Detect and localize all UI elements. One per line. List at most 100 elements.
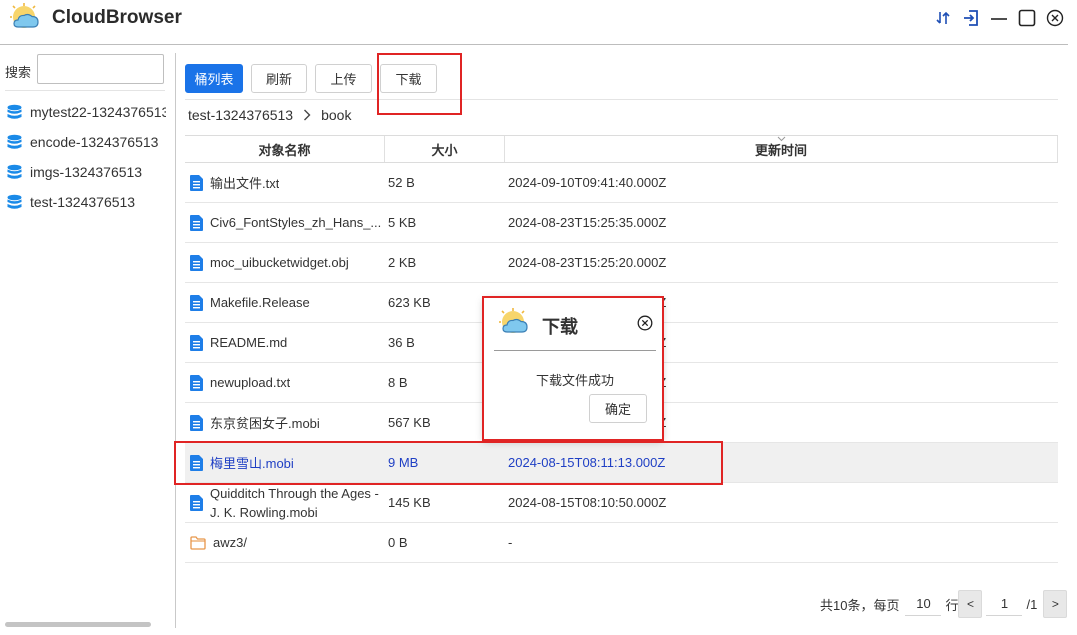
search-input[interactable] bbox=[37, 54, 164, 84]
bucket-item[interactable]: mytest22-1324376513 bbox=[6, 97, 166, 127]
toolbar-divider bbox=[185, 99, 1058, 100]
pagination: 共10条，每页 10 行 < 1 /1 > bbox=[820, 590, 1068, 618]
object-time: 2024-08-15T08:11:13.000Z bbox=[508, 455, 666, 470]
object-name-cell: README.md bbox=[185, 334, 385, 351]
object-size: 145 KB bbox=[388, 495, 431, 510]
bucket-list-button[interactable]: 桶列表 bbox=[185, 64, 243, 93]
breadcrumb-bucket[interactable]: test-1324376513 bbox=[188, 107, 293, 123]
object-name-cell: Civ6_FontStyles_zh_Hans_... bbox=[185, 214, 385, 231]
object-name: 梅里雪山.mobi bbox=[210, 456, 294, 471]
search-label: 搜索 bbox=[5, 65, 32, 80]
object-name: newupload.txt bbox=[210, 375, 291, 390]
app-title: CloudBrowser bbox=[52, 7, 182, 28]
table-row[interactable]: Quidditch Through the Ages - J. K. Rowli… bbox=[185, 483, 1058, 523]
sidebar-scrollbar[interactable] bbox=[5, 622, 151, 627]
column-header-size[interactable]: 大小 bbox=[385, 136, 505, 162]
file-icon bbox=[190, 294, 203, 311]
search-divider bbox=[5, 90, 165, 91]
chevron-right-icon bbox=[304, 109, 311, 121]
sidebar-border bbox=[175, 53, 176, 628]
prev-page-button[interactable]: < bbox=[958, 590, 983, 618]
object-name: Civ6_FontStyles_zh_Hans_... bbox=[210, 215, 382, 230]
object-name-cell: 东京贫困女子.mobi bbox=[185, 413, 385, 432]
object-name-cell: Makefile.Release bbox=[185, 294, 385, 311]
object-name: README.md bbox=[210, 335, 288, 350]
object-size: 9 MB bbox=[388, 455, 419, 470]
file-icon bbox=[190, 454, 203, 471]
object-time: - bbox=[508, 535, 513, 550]
dialog-title: 下载 bbox=[542, 317, 578, 337]
object-name-cell: 输出文件.txt bbox=[185, 173, 385, 192]
table-row[interactable]: Civ6_FontStyles_zh_Hans_... 5 KB 2024-08… bbox=[185, 203, 1058, 243]
table-row[interactable]: 输出文件.txt 52 B 2024-09-10T09:41:40.000Z bbox=[185, 163, 1058, 203]
object-time: 2024-08-15T08:10:50.000Z bbox=[508, 495, 667, 510]
bucket-name: imgs-1324376513 bbox=[30, 164, 143, 180]
object-name-cell: Quidditch Through the Ages - J. K. Rowli… bbox=[185, 484, 385, 522]
file-icon bbox=[190, 494, 203, 511]
transfer-icon[interactable] bbox=[933, 8, 953, 28]
pagination-total-pages: /1 bbox=[1026, 596, 1038, 612]
bucket-item[interactable]: encode-1324376513 bbox=[6, 127, 166, 157]
object-size: 52 B bbox=[388, 175, 415, 190]
object-name-cell: 梅里雪山.mobi bbox=[185, 453, 385, 472]
cloud-logo-icon bbox=[10, 3, 39, 28]
object-name: Quidditch Through the Ages - J. K. Rowli… bbox=[210, 485, 379, 520]
object-time: 2024-09-10T09:41:40.000Z bbox=[508, 175, 667, 190]
object-time: 2024-08-23T15:25:35.000Z bbox=[508, 215, 667, 230]
login-icon[interactable] bbox=[961, 8, 981, 28]
table-row[interactable]: moc_uibucketwidget.obj 2 KB 2024-08-23T1… bbox=[185, 243, 1058, 283]
download-button[interactable]: 下载 bbox=[380, 64, 437, 93]
dialog-message: 下载文件成功 bbox=[535, 373, 614, 388]
page-size-input[interactable]: 10 bbox=[905, 592, 942, 616]
file-icon bbox=[190, 214, 203, 231]
folder-icon bbox=[190, 535, 206, 550]
object-time: 2024-08-23T15:25:20.000Z bbox=[508, 255, 667, 270]
upload-button[interactable]: 上传 bbox=[315, 64, 372, 93]
file-icon bbox=[190, 334, 203, 351]
dialog-divider bbox=[494, 350, 656, 351]
bucket-name: test-1324376513 bbox=[30, 194, 136, 210]
column-header-name[interactable]: 对象名称 bbox=[185, 136, 385, 162]
maximize-icon[interactable] bbox=[1017, 8, 1037, 28]
download-success-dialog: 下载 下载文件成功 确定 bbox=[484, 298, 662, 439]
file-icon bbox=[190, 374, 203, 391]
dialog-close-icon[interactable] bbox=[637, 315, 653, 331]
object-name-cell: moc_uibucketwidget.obj bbox=[185, 254, 385, 271]
bucket-item[interactable]: test-1324376513 bbox=[6, 187, 166, 217]
close-icon[interactable] bbox=[1045, 8, 1065, 28]
sidebar: 搜索 mytest22-1324376513 encode-1324376513… bbox=[0, 45, 170, 635]
refresh-button[interactable]: 刷新 bbox=[251, 64, 307, 93]
object-name: 输出文件.txt bbox=[210, 176, 280, 191]
database-icon bbox=[7, 104, 22, 119]
bucket-name: mytest22-1324376513 bbox=[30, 104, 166, 120]
object-size: 2 KB bbox=[388, 255, 417, 270]
object-size: 5 KB bbox=[388, 215, 417, 230]
cloud-logo-icon bbox=[499, 308, 528, 333]
breadcrumb: test-1324376513 book bbox=[188, 107, 351, 123]
table-row-selected[interactable]: 梅里雪山.mobi 9 MB 2024-08-15T08:11:13.000Z bbox=[185, 443, 1058, 483]
file-icon bbox=[190, 254, 203, 271]
next-page-button[interactable]: > bbox=[1043, 590, 1068, 618]
table-row[interactable]: awz3/ 0 B - bbox=[185, 523, 1058, 563]
file-icon bbox=[190, 414, 203, 431]
database-icon bbox=[7, 134, 22, 149]
minimize-icon[interactable] bbox=[989, 8, 1009, 28]
bucket-list: mytest22-1324376513 encode-1324376513 im… bbox=[6, 97, 166, 217]
object-name: awz3/ bbox=[213, 535, 247, 550]
bucket-name: encode-1324376513 bbox=[30, 134, 159, 150]
object-name: Makefile.Release bbox=[210, 295, 310, 310]
object-name: 东京贫困女子.mobi bbox=[210, 416, 320, 431]
bucket-item[interactable]: imgs-1324376513 bbox=[6, 157, 166, 187]
object-name: moc_uibucketwidget.obj bbox=[210, 255, 349, 270]
breadcrumb-folder[interactable]: book bbox=[321, 107, 351, 123]
dialog-ok-button[interactable]: 确定 bbox=[589, 394, 647, 423]
object-name-cell: newupload.txt bbox=[185, 374, 385, 391]
file-icon bbox=[190, 174, 203, 191]
current-page-input[interactable]: 1 bbox=[986, 592, 1023, 616]
title-bar: CloudBrowser bbox=[0, 0, 1077, 40]
table-header: 对象名称 大小 更新时间 bbox=[185, 135, 1058, 163]
object-name-cell: awz3/ bbox=[185, 535, 385, 550]
object-size: 0 B bbox=[388, 535, 408, 550]
toolbar: 桶列表 刷新 上传 下载 bbox=[185, 64, 437, 93]
pagination-total: 共10条，每页 bbox=[820, 597, 900, 613]
